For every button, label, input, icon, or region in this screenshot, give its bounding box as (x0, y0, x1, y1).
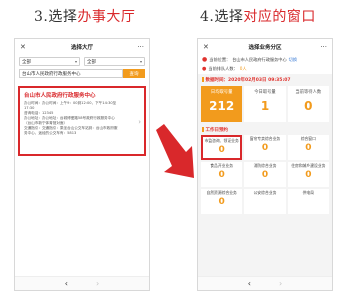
bottom-nav: ‹ › (15, 276, 149, 290)
step-4-highlight: 对应的窗口 (243, 9, 316, 25)
window-count: 0 (218, 144, 225, 155)
stats-row: 日均取号量 212 今日取号量 1 当前等待人数 0 (198, 83, 332, 122)
queue-value: 0人 (239, 65, 247, 71)
window-card[interactable]: 消防综合业务 0 (244, 162, 286, 187)
close-icon[interactable]: ✕ (203, 43, 213, 51)
hall-transit-cont: 务中心，途经的公交车有：5813 (24, 131, 77, 135)
section-title: 工作日预约 (198, 122, 332, 135)
back-button[interactable]: ‹ (65, 279, 68, 288)
window-screen: ✕ 选择业务分区 ··· ● 当前位置： 台山市人民政府行政服务中心 切换 ● … (197, 38, 333, 291)
window-count: 0 (305, 142, 312, 153)
chevron-right-icon: › (138, 118, 141, 126)
queue-label: 当前排队人数： (208, 65, 238, 71)
window-card[interactable]: 住房和城乡建设业务 0 (287, 162, 329, 187)
window-label: 公安综合业务 (253, 190, 277, 195)
search-input[interactable]: 台山市人民政府行政服务中心 (19, 69, 123, 78)
window-card[interactable]: 自然资源综合业务 0 (201, 189, 243, 214)
chevron-down-icon: ▾ (139, 59, 142, 64)
data-time-text: 数据时间：2020年02月03日 09:35:07 (205, 78, 291, 83)
window-card[interactable]: 综合窗口 0 (287, 135, 329, 160)
window-count: 0 (261, 142, 269, 153)
filter-select-1-value: 全部 (22, 59, 31, 65)
forward-button[interactable]: › (279, 279, 282, 288)
window-label: 供电局 (302, 190, 315, 195)
step-3-prefix: 3.选择 (34, 9, 78, 25)
window-card[interactable]: 食品开业业务 0 (201, 162, 243, 187)
window-count: 0 (218, 196, 225, 207)
window-card[interactable]: 窗帘专卖综合业务 0 (244, 135, 286, 160)
switch-link[interactable]: 切换 (289, 57, 297, 63)
hall-card[interactable]: 台山市人民政府行政服务中心 办公时间：办公时间：上午9：00到12:00，下午1… (18, 86, 146, 156)
window-label: 窗帘专卖综合业务 (249, 136, 281, 141)
location-value: 台山市人民政府行政服务中心 (232, 56, 287, 62)
stat-waiting: 当前等待人数 0 (287, 86, 329, 122)
nav-bar: ✕ 选择业务分区 ··· (198, 39, 332, 54)
tutorial-screenshot: { "steps": [ {"prefix": "3.选择", "highlig… (0, 0, 350, 295)
window-card[interactable]: 公安综合业务 (244, 189, 286, 214)
location-label: 当前位置： (209, 56, 231, 62)
hall-name: 台山市人民政府行政服务中心 (24, 93, 96, 99)
step-3-title: 3.选择办事大厅 (34, 6, 135, 26)
queue-bar: ● 当前排队人数： 0人 (198, 65, 332, 74)
close-icon[interactable]: ✕ (20, 43, 30, 51)
forward-button[interactable]: › (96, 279, 99, 288)
hall-screen: ✕ 选择大厅 ··· 全部 ▾ 全部 ▾ 台山市人民政府行政服务中心 查询 台山市人… (14, 38, 150, 291)
window-label: 食品开业业务 (210, 163, 234, 168)
filter-select-2-value: 全部 (87, 59, 96, 65)
stat-today: 今日取号量 1 (244, 86, 286, 122)
location-pin-icon: ● (202, 56, 208, 63)
stat-label: 当前等待人数 (295, 90, 322, 95)
search-button[interactable]: 查询 (123, 69, 145, 78)
more-icon[interactable]: ··· (317, 43, 327, 51)
marker-bar (202, 77, 204, 82)
page-title: 选择业务分区 (248, 44, 282, 51)
data-time: 数据时间：2020年02月03日 09:35:07 (198, 74, 332, 83)
section-title-text: 工作日预约 (205, 128, 229, 133)
window-count: 0 (261, 169, 269, 180)
window-label: 综合窗口 (300, 136, 316, 141)
stat-value: 212 (209, 99, 235, 113)
window-card[interactable]: 市监咨询、领证业务 0 (201, 135, 243, 160)
location-bar: ● 当前位置： 台山市人民政府行政服务中心 切换 (198, 54, 332, 65)
step-4-title: 4.选择对应的窗口 (200, 6, 316, 26)
stat-value: 0 (304, 99, 313, 113)
window-label: 消防综合业务 (253, 163, 277, 168)
people-icon: ● (202, 65, 207, 72)
bottom-nav: ‹ › (198, 276, 332, 290)
stat-daily-avg: 日均取号量 212 (201, 86, 243, 122)
stat-label: 日均取号量 (210, 90, 233, 95)
window-label: 住房和城乡建设业务 (291, 163, 326, 168)
step-3-highlight: 办事大厅 (77, 9, 136, 25)
nav-bar: ✕ 选择大厅 ··· (15, 39, 149, 54)
filter-select-1[interactable]: 全部 ▾ (19, 57, 80, 66)
window-count: 0 (305, 169, 312, 180)
marker-bar (202, 127, 204, 132)
step-4-prefix: 4.选择 (200, 9, 244, 25)
window-count: 0 (218, 169, 225, 180)
page-title: 选择大厅 (70, 44, 93, 51)
back-button[interactable]: ‹ (248, 279, 251, 288)
window-grid: 市监咨询、领证业务 0 窗帘专卖综合业务 0 综合窗口 0 食品开业业务 0 消防综合业… (198, 135, 332, 214)
window-card[interactable]: 供电局 (287, 189, 329, 214)
stat-value: 1 (260, 99, 270, 113)
window-label: 市监咨询、领证业务 (204, 138, 239, 143)
chevron-down-icon: ▾ (74, 59, 77, 64)
arrow-icon (156, 124, 194, 178)
more-icon[interactable]: ··· (134, 43, 144, 51)
filter-select-2[interactable]: 全部 ▾ (84, 57, 145, 66)
stat-label: 今日取号量 (254, 90, 276, 95)
window-label: 自然资源综合业务 (206, 190, 237, 195)
